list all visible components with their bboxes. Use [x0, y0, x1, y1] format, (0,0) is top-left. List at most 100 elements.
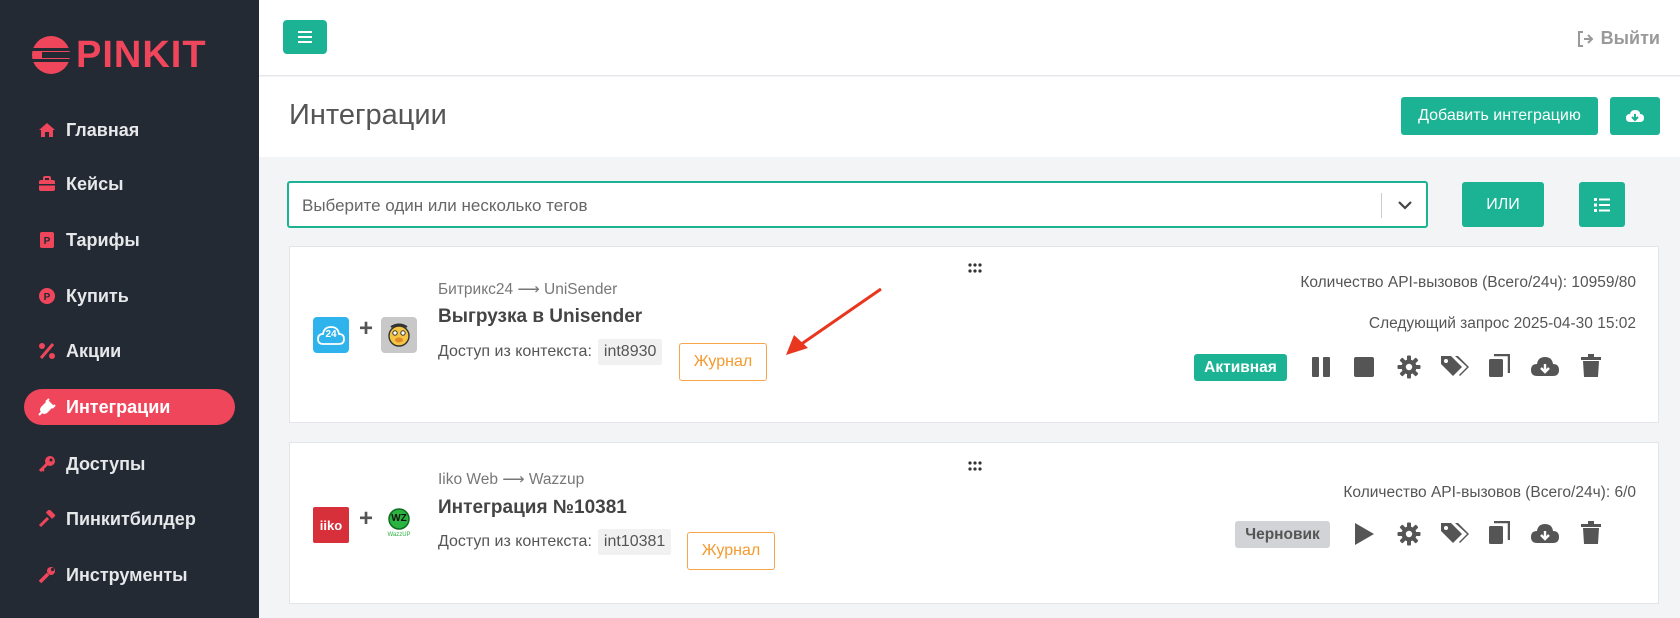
wazzup-logo: WZ WazzUP: [381, 507, 417, 543]
sign-out-icon: [1577, 30, 1594, 47]
sidebar-item-label: Инструменты: [66, 564, 188, 585]
sidebar-item-cases[interactable]: Кейсы: [24, 166, 235, 202]
brand-logo[interactable]: PINKIT: [30, 30, 207, 80]
iiko-logo: iiko: [313, 507, 349, 543]
play-icon[interactable]: [1351, 521, 1377, 547]
api-calls-count: Количество API-вызовов (Всего/24ч): 6/0: [1343, 484, 1636, 501]
import-button[interactable]: [1610, 97, 1660, 135]
sidebar-item-tools[interactable]: Инструменты: [24, 557, 235, 593]
home-icon: [38, 121, 56, 139]
log-button[interactable]: Журнал: [679, 343, 767, 381]
drag-handle-icon[interactable]: [968, 461, 982, 471]
hammer-icon: [38, 510, 56, 528]
tag-select-placeholder: Выберите один или несколько тегов: [302, 196, 588, 215]
tariff-icon: P: [38, 231, 56, 249]
api-calls-count: Количество API-вызовов (Всего/24ч): 1095…: [1300, 274, 1636, 291]
status-badge: Активная: [1194, 354, 1287, 381]
cloud-download-icon[interactable]: [1530, 353, 1560, 379]
or-toggle-button[interactable]: ИЛИ: [1462, 182, 1544, 227]
list-view-button[interactable]: [1579, 182, 1625, 227]
route-from: Битрикс24: [438, 281, 514, 298]
pinkit-logo-icon: [32, 36, 72, 74]
integration-route: Iiko Web ⟶ Wazzup: [438, 470, 584, 489]
sidebar-item-label: Пинкитбилдер: [66, 508, 196, 529]
sidebar-item-promos[interactable]: Акции: [24, 333, 235, 369]
arrow-right-icon: ⟶: [502, 471, 529, 488]
bitrix24-label: 24: [325, 329, 337, 340]
route-to: Wazzup: [528, 471, 585, 488]
context-access: Доступ из контекста: int10381: [438, 529, 672, 555]
wazzup-sublabel: WazzUP: [387, 532, 411, 538]
unisender-logo: [381, 317, 417, 353]
sidebar-item-tariffs[interactable]: P Тарифы: [24, 222, 235, 258]
copy-icon[interactable]: [1486, 520, 1512, 546]
copy-icon[interactable]: [1486, 353, 1512, 379]
context-access-label: Доступ из контекста:: [438, 343, 592, 360]
logout-link[interactable]: Выйти: [1577, 28, 1660, 49]
sidebar-item-pinkitbuilder[interactable]: Пинкитбилдер: [24, 501, 235, 537]
tag-select-input[interactable]: Выберите один или несколько тегов: [287, 181, 1428, 228]
sidebar-item-integrations[interactable]: Интеграции: [24, 389, 235, 425]
integration-title[interactable]: Интеграция №10381: [438, 497, 627, 519]
plus-sign: +: [359, 505, 374, 532]
page-header: Интеграции Добавить интеграцию: [259, 77, 1680, 157]
plug-icon: [38, 398, 56, 416]
integration-route: Битрикс24 ⟶ UniSender: [438, 280, 617, 299]
tags-icon[interactable]: [1440, 520, 1470, 546]
sidebar-item-buy[interactable]: P Купить: [24, 278, 235, 314]
list-icon: [1594, 197, 1610, 212]
tags-icon[interactable]: [1440, 353, 1470, 379]
stop-icon[interactable]: [1351, 354, 1377, 380]
briefcase-icon: [38, 175, 56, 193]
sidebar-item-label: Купить: [66, 285, 129, 306]
chevron-down-icon[interactable]: [1398, 197, 1412, 215]
drag-handle-icon[interactable]: [968, 263, 982, 273]
wazzup-badge: WZ WazzUP: [386, 508, 412, 542]
gear-icon[interactable]: [1396, 521, 1422, 547]
key-icon: [38, 455, 56, 473]
cloud-download-icon: [1626, 110, 1644, 122]
sidebar-item-label: Кейсы: [66, 173, 124, 194]
sidebar-item-home[interactable]: Главная: [24, 112, 235, 148]
hamburger-icon: [298, 31, 312, 43]
sidebar-item-accesses[interactable]: Доступы: [24, 446, 235, 482]
next-request-time: Следующий запрос 2025-04-30 15:02: [1368, 315, 1636, 332]
svg-text:P: P: [44, 236, 51, 247]
route-from: Iiko Web: [438, 471, 499, 488]
trash-icon[interactable]: [1578, 353, 1604, 379]
log-button[interactable]: Журнал: [687, 532, 775, 570]
integration-title[interactable]: Выгрузка в Unisender: [438, 306, 642, 328]
top-bar: Выйти: [259, 0, 1680, 76]
sidebar-item-label: Главная: [66, 119, 140, 140]
context-access: Доступ из контекста: int8930: [438, 339, 663, 365]
status-badge: Черновик: [1235, 521, 1330, 548]
iiko-label: iiko: [319, 517, 343, 533]
sidebar-item-label: Тарифы: [66, 229, 140, 250]
select-separator: [1381, 193, 1382, 218]
menu-toggle-button[interactable]: [283, 20, 327, 54]
arrow-right-icon: ⟶: [517, 281, 544, 298]
add-integration-button[interactable]: Добавить интеграцию: [1401, 97, 1598, 135]
coin-icon: P: [38, 287, 56, 305]
percent-icon: [38, 342, 56, 360]
annotation-arrow-icon: [786, 287, 882, 355]
trash-icon[interactable]: [1578, 520, 1604, 546]
context-access-code: int8930: [597, 339, 663, 365]
wazzup-label: WZ: [391, 513, 407, 524]
context-access-code: int10381: [597, 529, 672, 555]
sidebar-item-label: Доступы: [66, 453, 146, 474]
integration-card: iiko + WZ WazzUP Iiko Web ⟶ Wazzup Интег…: [289, 442, 1659, 604]
sidebar-item-label: Акции: [66, 340, 122, 361]
route-to: UniSender: [544, 281, 618, 298]
svg-text:P: P: [44, 292, 51, 303]
integration-card: 24 + Битрикс24 ⟶ UniSender Выгрузка в Un…: [289, 246, 1659, 423]
context-access-label: Доступ из контекста:: [438, 533, 592, 550]
gear-icon[interactable]: [1396, 354, 1422, 380]
sidebar-item-label: Интеграции: [66, 396, 171, 417]
bitrix24-logo: 24: [313, 317, 349, 353]
pause-icon[interactable]: [1308, 354, 1334, 380]
sidebar: PINKIT Главная Кейсы P Тарифы P Купить А…: [0, 0, 259, 618]
plus-sign: +: [359, 315, 374, 342]
cloud-download-icon[interactable]: [1530, 520, 1560, 546]
page-title: Интеграции: [289, 99, 447, 131]
